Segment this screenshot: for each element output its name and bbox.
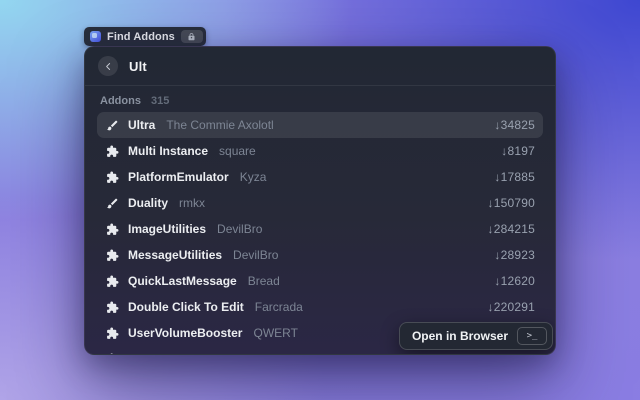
- addon-row[interactable]: PlatformEmulator Kyza ↓17885: [97, 164, 543, 190]
- addon-row[interactable]: Double Click To Edit Farcrada ↓220291: [97, 294, 543, 320]
- find-addons-app-icon: [90, 31, 101, 42]
- addon-name: ImageUtilities: [128, 222, 206, 236]
- addon-author: Farcrada: [255, 300, 303, 314]
- search-input[interactable]: [129, 59, 542, 74]
- section-count: 315: [151, 95, 169, 107]
- terminal-shortcut-key: >_: [517, 327, 547, 345]
- desktop-background: { "command_pill": { "label": "Find Addon…: [0, 0, 640, 400]
- addon-row[interactable]: Multi Instance square ↓8197: [97, 138, 543, 164]
- back-button[interactable]: [98, 56, 118, 76]
- addon-row[interactable]: ImageUtilities DevilBro ↓284215: [97, 216, 543, 242]
- addon-row[interactable]: MessageUtilities DevilBro ↓28923: [97, 242, 543, 268]
- addon-author: The Commie Axolotl: [166, 118, 273, 132]
- addon-downloads: ↓28923: [494, 248, 535, 262]
- section-label: Addons: [100, 95, 141, 107]
- addon-downloads: ↓220291: [488, 300, 535, 314]
- addon-downloads: ↓34825: [494, 118, 535, 132]
- addon-author: square: [219, 144, 256, 158]
- lock-icon: [187, 32, 196, 41]
- addon-downloads: ↓12620: [494, 274, 535, 288]
- addon-name: Duality: [128, 196, 168, 210]
- addon-row[interactable]: Duality rmkx ↓150790: [97, 190, 543, 216]
- command-pill-label: Find Addons: [107, 31, 175, 43]
- addon-row[interactable]: Ultra The Commie Axolotl ↓34825: [97, 112, 543, 138]
- search-bar: [85, 47, 555, 85]
- open-in-browser-label: Open in Browser: [412, 329, 508, 343]
- addon-name: PlatformEmulator: [128, 170, 229, 184]
- addon-row[interactable]: QuickLastMessage Bread ↓12620: [97, 268, 543, 294]
- puzzle-icon: [105, 248, 120, 263]
- chevron-left-icon: [104, 62, 113, 71]
- addon-author: QWERT: [253, 326, 297, 340]
- addon-name: UserVolumeBooster: [128, 326, 242, 340]
- addon-browser-window: Addons 315 Ultra The Commie Axolotl ↓348…: [84, 46, 556, 355]
- addon-downloads: ↓8197: [501, 144, 535, 158]
- puzzle-icon: [105, 352, 120, 356]
- addon-downloads: ↓284215: [488, 222, 535, 236]
- section-header: Addons 315: [100, 95, 540, 107]
- addon-name: Multi Instance: [128, 144, 208, 158]
- results-panel: Addons 315 Ultra The Commie Axolotl ↓348…: [85, 95, 555, 355]
- puzzle-icon: [105, 326, 120, 341]
- puzzle-icon: [105, 144, 120, 159]
- puzzle-icon: [105, 170, 120, 185]
- paintbrush-icon: [105, 196, 120, 211]
- addon-author: DevilBro: [217, 222, 262, 236]
- addon-author: Kyza: [240, 170, 267, 184]
- addon-name: Ultra: [128, 118, 155, 132]
- addon-name: QuickLastMessage: [128, 274, 237, 288]
- puzzle-icon: [105, 222, 120, 237]
- addon-name: MessageUtilities: [128, 248, 222, 262]
- open-in-browser-button[interactable]: Open in Browser >_: [399, 322, 553, 350]
- addon-name: Double Click To Edit: [128, 300, 244, 314]
- paintbrush-icon: [105, 118, 120, 133]
- addon-author: DevilBro: [233, 248, 278, 262]
- command-pill[interactable]: Find Addons: [84, 27, 206, 46]
- addon-list: Ultra The Commie Axolotl ↓34825 Multi In…: [97, 112, 543, 355]
- puzzle-icon: [105, 274, 120, 289]
- puzzle-icon: [105, 300, 120, 315]
- addon-downloads: ↓150790: [488, 196, 535, 210]
- addon-author: rmkx: [179, 196, 205, 210]
- lock-badge[interactable]: [181, 30, 203, 43]
- addon-downloads: ↓10117: [495, 352, 535, 355]
- addon-author: Bread: [248, 274, 280, 288]
- addon-author: Strencher: [279, 352, 331, 355]
- addon-name: SuppressReplyMentions: [128, 352, 268, 355]
- header-divider: [85, 85, 555, 86]
- addon-downloads: ↓17885: [494, 170, 535, 184]
